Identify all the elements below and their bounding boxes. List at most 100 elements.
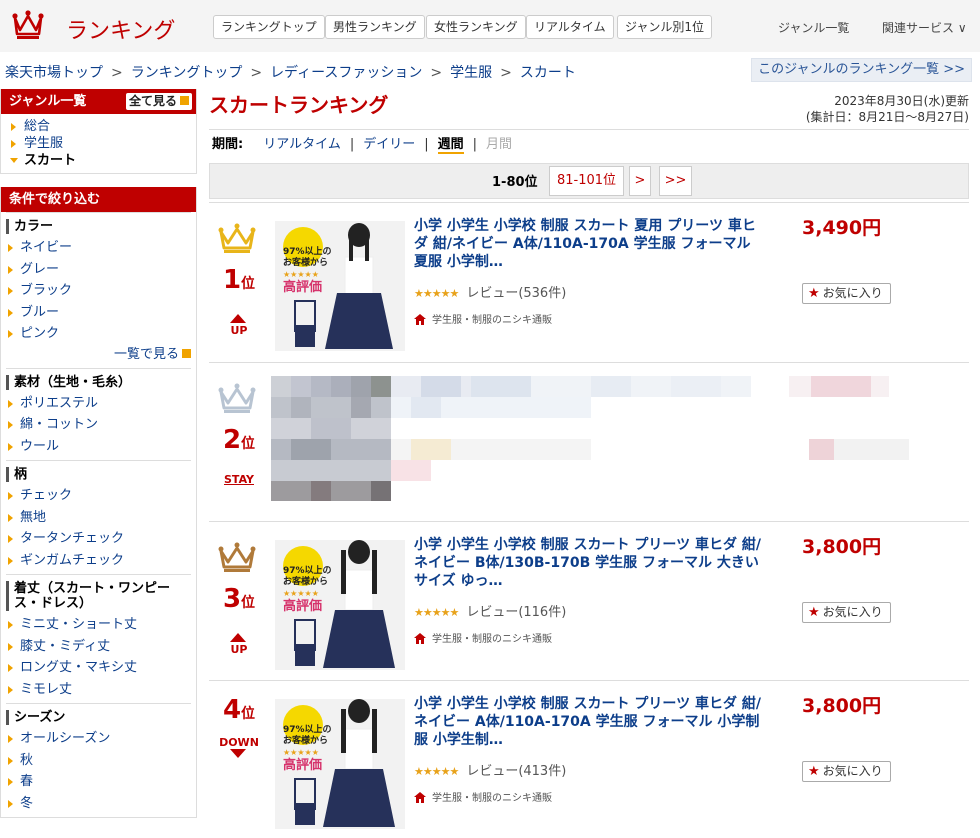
filter-mimore[interactable]: ミモレ丈: [6, 679, 191, 701]
triangle-right-icon: [8, 244, 13, 252]
pager-last[interactable]: >>: [659, 166, 692, 196]
period-daily[interactable]: デイリー: [363, 137, 415, 152]
shop-name-link[interactable]: 学生服・制服のニシキ通販: [432, 793, 552, 804]
product-title-link[interactable]: 小学 小学生 小学校 制服 スカート 夏用 プリーツ 車ヒダ 紺/ネイビー A体…: [414, 217, 766, 271]
genre-list-link[interactable]: ジャンル一覧: [778, 19, 849, 36]
genre-item-skirt[interactable]: スカート: [10, 152, 196, 169]
review-count-link[interactable]: レビュー(116件): [466, 605, 566, 620]
pager-current: 1-80位: [492, 175, 538, 190]
filter-section-title: 着丈（スカート・ワンピース・ドレス）: [6, 581, 191, 611]
triangle-right-icon: [11, 140, 16, 148]
rank-suffix: 位: [241, 706, 256, 722]
see-all-button[interactable]: 全て見る: [125, 93, 192, 110]
triangle-right-icon: [8, 556, 13, 565]
related-services-dropdown[interactable]: 関連サービス ∨: [882, 19, 967, 36]
favorite-button[interactable]: ★ お気に入り: [802, 283, 891, 304]
filter-winter[interactable]: 冬: [6, 793, 191, 815]
filter-polyester[interactable]: ポリエステル: [6, 393, 191, 415]
filter-check[interactable]: チェック: [6, 485, 191, 507]
breadcrumb-separator: >: [500, 65, 512, 81]
pager-next-range[interactable]: 81-101位: [549, 166, 624, 196]
blurred-content-icon: [271, 376, 909, 501]
product-image[interactable]: 97%以上の お客様から ★★★★★ 高評価: [275, 221, 405, 351]
site-header: ランキング ランキングトップ 男性ランキング 女性ランキング リアルタイム ジャ…: [0, 0, 980, 52]
nav-realtime[interactable]: リアルタイム: [526, 15, 614, 39]
product-title-link[interactable]: 小学 小学生 小学校 制服 スカート プリーツ 車ヒダ 紺/ネイビー A体/11…: [414, 695, 766, 749]
period-separator: |: [472, 137, 478, 152]
breadcrumb-rakuten-top[interactable]: 楽天市場トップ: [5, 65, 103, 81]
filter-plain[interactable]: 無地: [6, 507, 191, 529]
genre-item-label: 総合: [24, 119, 51, 134]
nav-women-ranking[interactable]: 女性ランキング: [426, 15, 526, 39]
filter-blue[interactable]: ブルー: [6, 302, 191, 324]
filter-pink[interactable]: ピンク: [6, 323, 191, 345]
product-title-link[interactable]: 小学 小学生 小学校 制服 スカート プリーツ 車ヒダ 紺/ネイビー B体/13…: [414, 536, 766, 590]
filter-autumn[interactable]: 秋: [6, 750, 191, 772]
favorite-star-icon: ★: [808, 605, 820, 620]
filter-section-pattern: 柄 チェック 無地 タータンチェック ギンガムチェック: [6, 460, 191, 574]
down-arrow-icon: [230, 749, 246, 758]
breadcrumb-ladies-fashion[interactable]: レディースファッション: [270, 65, 422, 81]
triangle-right-icon: [8, 642, 13, 651]
arrow-square-icon: [182, 348, 191, 358]
breadcrumb-ranking-top[interactable]: ランキングトップ: [131, 65, 243, 81]
nav-men-ranking[interactable]: 男性ランキング: [325, 15, 425, 39]
pager-next[interactable]: >: [629, 166, 651, 196]
filter-gingham[interactable]: ギンガムチェック: [6, 550, 191, 572]
review-count-link[interactable]: レビュー(413件): [466, 764, 566, 779]
badge-stars: ★★★★★: [283, 589, 319, 598]
silver-crown-icon: [218, 383, 256, 413]
favorite-button[interactable]: ★ お気に入り: [802, 761, 891, 782]
shop-name-link[interactable]: 学生服・制服のニシキ通販: [432, 634, 552, 645]
breadcrumb-separator: >: [430, 65, 443, 81]
filter-all-season[interactable]: オールシーズン: [6, 728, 191, 750]
badge-line: お客様から: [283, 736, 329, 746]
period-monthly: 月間: [486, 137, 513, 152]
logo-text[interactable]: ランキング: [66, 13, 175, 45]
rank-value: 1: [222, 265, 242, 295]
favorite-button[interactable]: ★ お気に入り: [802, 602, 891, 623]
crown-logo-icon[interactable]: [12, 10, 44, 40]
breadcrumb-skirt[interactable]: スカート: [520, 65, 576, 81]
shop-info: 学生服・制服のニシキ通販: [414, 630, 552, 645]
filter-wool[interactable]: ウール: [6, 436, 191, 458]
genre-item-school-uniform[interactable]: 学生服: [11, 135, 196, 152]
triangle-right-icon: [8, 621, 13, 629]
filter-label: グレー: [20, 261, 60, 277]
filter-long[interactable]: ロング丈・マキシ丈: [6, 657, 191, 679]
filter-navy[interactable]: ネイビー: [6, 237, 191, 259]
genre-ranking-list-link[interactable]: このジャンルのランキング一覧 >>: [751, 58, 972, 82]
triangle-right-icon: [8, 265, 13, 274]
nav-ranking-top[interactable]: ランキングトップ: [213, 15, 325, 39]
shop-name-link[interactable]: 学生服・制服のニシキ通販: [432, 315, 552, 326]
filter-label: ロング丈・マキシ丈: [20, 660, 138, 675]
breadcrumb-school-uniform[interactable]: 学生服: [450, 65, 492, 81]
genre-item-overall[interactable]: 総合: [11, 118, 196, 135]
filter-black[interactable]: ブラック: [6, 280, 191, 302]
triangle-right-icon: [8, 535, 13, 543]
gold-crown-icon: [218, 223, 256, 253]
product-image[interactable]: 97%以上の お客様から ★★★★★ 高評価: [275, 699, 405, 829]
rank-number: 3位: [219, 584, 259, 614]
product-image[interactable]: 97%以上の お客様から ★★★★★ 高評価: [275, 540, 405, 670]
filter-label: 膝丈・ミディ丈: [20, 638, 111, 654]
rank-value: 2: [222, 425, 242, 455]
period-weekly[interactable]: 週間: [437, 137, 464, 154]
color-see-more-link[interactable]: 一覧で見る: [6, 345, 191, 365]
filter-knee[interactable]: 膝丈・ミディ丈: [6, 636, 191, 658]
period-realtime[interactable]: リアルタイム: [263, 137, 341, 152]
filter-spring[interactable]: 春: [6, 771, 191, 793]
ranking-item-2: 2位 STAY: [209, 362, 969, 521]
filter-mini[interactable]: ミニ丈・ショート丈: [6, 614, 191, 636]
ranking-item-4: 4位 DOWN 97%以上の お客様から ★★★★★ 高評価 小学 小学生 小学…: [209, 680, 969, 838]
filter-gray[interactable]: グレー: [6, 259, 191, 281]
filter-cotton[interactable]: 綿・コットン: [6, 414, 191, 436]
filter-label: タータンチェック: [20, 531, 125, 546]
rank-number: 2位: [219, 425, 259, 455]
review-count-link[interactable]: レビュー(536件): [466, 286, 566, 301]
filter-tartan[interactable]: タータンチェック: [6, 528, 191, 550]
nav-genre-first[interactable]: ジャンル別1位: [617, 15, 713, 39]
breadcrumb-separator: >: [111, 65, 123, 81]
rank-suffix: 位: [241, 595, 256, 611]
rank-suffix: 位: [241, 436, 256, 452]
